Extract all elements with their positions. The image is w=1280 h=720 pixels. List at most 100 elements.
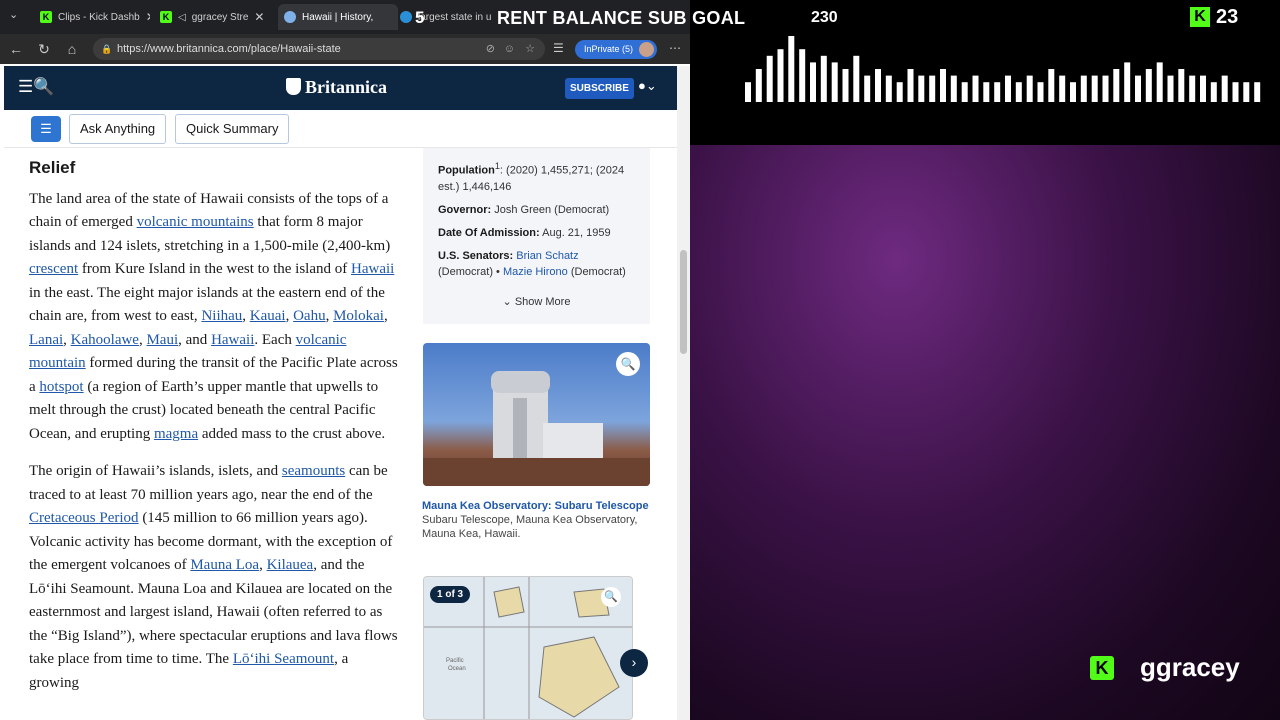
home-icon[interactable]: ⌂ — [58, 41, 86, 57]
article-link[interactable]: seamounts — [282, 463, 345, 479]
population-row: Population1: (2020) 1,455,271; (2024 est… — [438, 158, 635, 195]
visualizer-bar — [1167, 75, 1174, 102]
chevron-down-icon: ⌄ — [502, 296, 515, 308]
user-account-icon[interactable]: ●⌄ — [638, 78, 657, 94]
visualizer-bar — [1005, 75, 1011, 102]
zoom-icon[interactable]: 🔍 — [601, 587, 621, 607]
article-link[interactable]: Lōʻihi Seamount — [233, 651, 334, 667]
article-link[interactable]: Lanai — [29, 332, 63, 348]
senator-link[interactable]: Brian Schatz — [516, 250, 578, 262]
tab-kick-stream[interactable]: K ◁ ggracey Stre ✕ — [160, 4, 272, 30]
article-link[interactable]: hotspot — [39, 379, 83, 395]
article-link[interactable]: Oahu — [293, 308, 326, 324]
visualizer-bar — [907, 69, 914, 102]
article-body: Relief The land area of the state of Haw… — [29, 150, 401, 709]
article-link[interactable]: Hawaii — [351, 261, 394, 277]
article-link[interactable]: crescent — [29, 261, 78, 277]
sub-goal-title: RENT BALANCE SUB GOAL — [497, 8, 746, 28]
visualizer-bar — [1145, 69, 1152, 102]
article-link[interactable]: Hawaii — [211, 332, 254, 348]
url-field[interactable]: 🔒 https://www.britannica.com/place/Hawai… — [93, 38, 545, 60]
visualizer-bar — [961, 82, 968, 102]
visualizer-bar — [983, 82, 990, 102]
article-toolbar: ☰ Ask Anything Quick Summary — [4, 110, 677, 148]
article-text: , and — [178, 331, 212, 348]
back-icon[interactable]: ← — [2, 41, 30, 57]
article-text: , — [259, 557, 267, 573]
article-link[interactable]: Molokai — [333, 308, 384, 324]
article-link[interactable]: Maui — [146, 332, 178, 348]
visualizer-bar — [820, 55, 827, 102]
article-text: added mass to the crust above. — [198, 425, 386, 442]
article-link[interactable]: Kauai — [250, 308, 286, 324]
fact-value: Aug. 21, 1959 — [539, 226, 611, 239]
visualizer-bar — [766, 55, 773, 102]
article-link[interactable]: Niihau — [201, 308, 242, 324]
visualizer-bar — [1189, 75, 1196, 102]
article-text: , — [285, 308, 294, 324]
visualizer-bar — [1156, 62, 1163, 102]
edge-icon — [400, 11, 412, 23]
more-menu-icon[interactable]: ⋯ — [669, 41, 681, 55]
viewer-count-badge: K 23 — [1190, 6, 1238, 28]
site-header: ☰🔍 Britannica SUBSCRIBE ●⌄ — [4, 66, 677, 110]
next-arrow-button[interactable]: › — [620, 649, 648, 677]
visualizer-bar — [994, 82, 1001, 102]
visualizer-bar — [755, 69, 762, 102]
close-icon[interactable]: ✕ — [146, 10, 150, 24]
tab-list-chevron-icon[interactable]: ⌄ — [9, 8, 18, 21]
senator-link[interactable]: Mazie Hirono — [503, 266, 568, 278]
article-text: , — [63, 331, 71, 348]
favorite-star-icon[interactable]: ☆ — [525, 38, 535, 60]
article-text: The origin of Hawaii’s islands, islets, … — [29, 463, 282, 479]
facts-panel: Population1: (2020) 1,455,271; (2024 est… — [423, 148, 650, 324]
tab-label: largest state in u — [418, 11, 492, 23]
visualizer-bar — [810, 62, 816, 102]
subscribe-button[interactable]: SUBSCRIBE — [565, 78, 634, 99]
visualizer-bar — [853, 55, 860, 102]
visualizer-bar — [1254, 82, 1261, 102]
britannica-logo[interactable]: Britannica — [286, 77, 387, 98]
quick-summary-button[interactable]: Quick Summary — [175, 114, 290, 144]
visualizer-bar — [831, 62, 838, 102]
show-more-button[interactable]: ⌄ Show More — [423, 294, 650, 310]
favorites-icon[interactable]: ☰ — [553, 41, 564, 55]
goal-number: 230 — [811, 9, 838, 26]
outline-button[interactable]: ☰ — [31, 116, 61, 142]
visualizer-bar — [1243, 82, 1250, 102]
visualizer-bar — [875, 69, 881, 102]
caption-title[interactable]: Mauna Kea Observatory: Subaru Telescope — [422, 500, 649, 512]
audio-visualizer — [745, 36, 1261, 102]
menu-search-icon[interactable]: ☰🔍 — [18, 77, 54, 97]
extensions-icon[interactable]: ☺ — [504, 38, 515, 60]
speaker-icon[interactable]: ◁ — [178, 12, 186, 23]
article-text: , — [242, 308, 250, 324]
ask-anything-button[interactable]: Ask Anything — [69, 114, 167, 144]
article-text: , — [325, 308, 334, 324]
zoom-icon[interactable]: 🔍 — [616, 352, 640, 376]
article-text: . Each — [254, 331, 296, 348]
visualizer-bar — [1102, 75, 1109, 102]
article-link[interactable]: Kahoolawe — [71, 332, 139, 348]
visualizer-bar — [777, 49, 784, 102]
visualizer-bar — [842, 69, 849, 102]
tab-kick-clips[interactable]: K Clips - Kick Dashb ✕ — [40, 4, 150, 30]
scrollbar-track[interactable] — [677, 66, 690, 720]
article-link[interactable]: Cretaceous Period — [29, 510, 139, 526]
scrollbar-thumb[interactable] — [680, 250, 687, 354]
visualizer-bar — [799, 49, 806, 102]
image-caption: Mauna Kea Observatory: Subaru Telescope … — [422, 499, 652, 541]
article-link[interactable]: Mauna Loa — [190, 557, 259, 573]
article-link[interactable]: volcanic mountains — [137, 214, 254, 230]
paragraph: The land area of the state of Hawaii con… — [29, 188, 401, 447]
avatar — [639, 42, 655, 57]
senators-row: U.S. Senators: Brian Schatz (Democrat) •… — [438, 248, 635, 280]
inprivate-badge[interactable]: InPrivate (5) — [575, 40, 658, 59]
read-aloud-icon[interactable]: ⊘ — [486, 38, 495, 60]
tab-britannica[interactable]: Hawaii | History, — [278, 4, 398, 30]
tab-label: Clips - Kick Dashb — [58, 11, 140, 23]
close-icon[interactable]: ✕ — [254, 10, 264, 24]
refresh-icon[interactable]: ↻ — [30, 41, 58, 58]
article-link[interactable]: Kilauea — [267, 557, 314, 573]
article-link[interactable]: magma — [154, 426, 198, 442]
